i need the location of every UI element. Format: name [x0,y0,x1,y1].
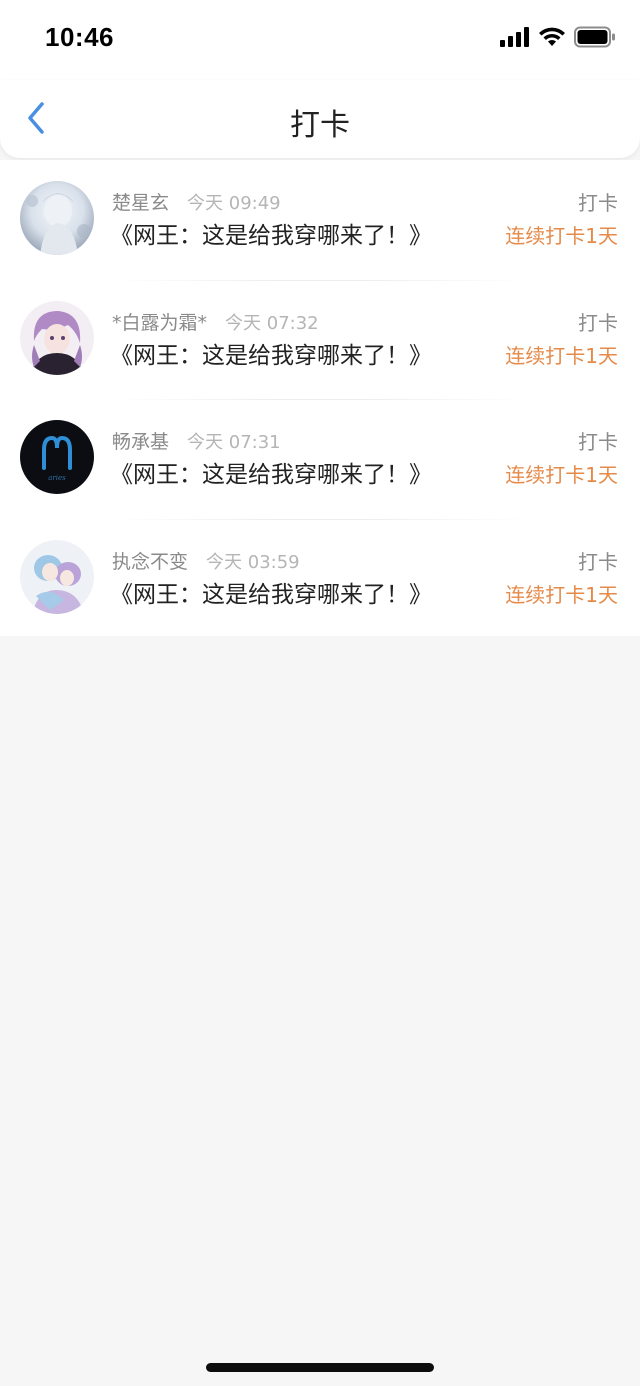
checkin-meta: 楚星玄 今天 09:49 [112,188,281,215]
wifi-icon [538,27,566,51]
checkin-meta: 畅承基 今天 07:31 [112,427,281,454]
book-title[interactable]: 《网王：这是给我穿哪来了！》 [110,575,432,609]
checkin-label: 打卡 [578,310,618,335]
avatar[interactable] [20,181,94,255]
home-indicator[interactable] [206,1363,434,1372]
post-time: 今天 07:31 [187,432,281,453]
checkin-row[interactable]: aries 畅承基 今天 07:31 《网王：这是给我穿哪来了！》 打卡 连续打… [0,399,640,519]
status-icons [500,26,616,52]
checkin-label: 打卡 [578,549,618,574]
status-time: 10:46 [45,22,114,52]
page-title: 打卡 [290,108,350,143]
post-time: 今天 07:32 [225,312,319,334]
streak-label: 连续打卡1天 [505,582,618,607]
streak-label: 连续打卡1天 [505,224,618,248]
book-title[interactable]: 《网王：这是给我穿哪来了！》 [110,336,432,370]
status-bar: 10:46 [0,0,640,80]
checkin-row[interactable]: *白露为霜* 今天 07:32 《网王：这是给我穿哪来了！》 打卡 连续打卡1天 [0,279,640,400]
avatar[interactable] [20,539,94,614]
book-title[interactable]: 《网王：这是给我穿哪来了！》 [110,455,432,489]
battery-icon [574,26,616,52]
checkin-meta: *白露为霜* 今天 07:32 [112,308,319,335]
checkin-list: 楚星玄 今天 09:49 《网王：这是给我穿哪来了！》 打卡 连续打卡1天 *白… [0,160,640,636]
user-name[interactable]: 楚星玄 [112,188,169,215]
streak-label: 连续打卡1天 [505,343,618,368]
signal-icon [500,27,530,51]
nav-bar: 打卡 [0,80,640,158]
avatar[interactable] [20,300,94,375]
checkin-label: 打卡 [578,430,618,454]
post-time: 今天 09:49 [187,193,281,214]
svg-text:aries: aries [48,474,66,482]
checkin-meta: 执念不变 今天 03:59 [112,547,300,574]
user-name[interactable]: 畅承基 [112,427,169,454]
checkin-row[interactable]: 楚星玄 今天 09:49 《网王：这是给我穿哪来了！》 打卡 连续打卡1天 [0,160,640,280]
book-title[interactable]: 《网王：这是给我穿哪来了！》 [110,216,432,250]
streak-label: 连续打卡1天 [505,463,618,487]
user-name[interactable]: 执念不变 [112,547,188,574]
user-name[interactable]: *白露为霜* [112,308,207,335]
checkin-label: 打卡 [578,191,618,215]
post-time: 今天 03:59 [206,551,300,573]
checkin-row[interactable]: 执念不变 今天 03:59 《网王：这是给我穿哪来了！》 打卡 连续打卡1天 [0,518,640,639]
avatar[interactable]: aries [20,420,94,494]
